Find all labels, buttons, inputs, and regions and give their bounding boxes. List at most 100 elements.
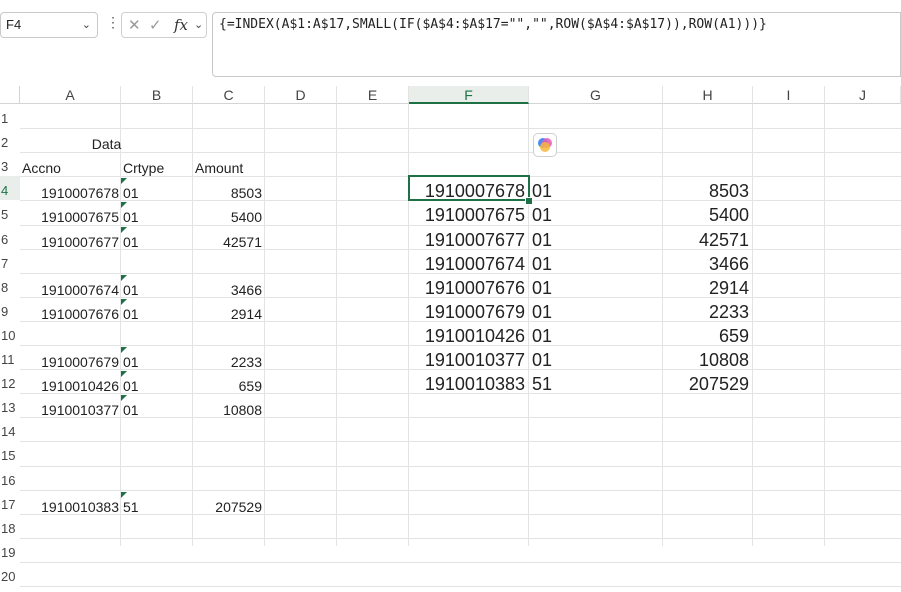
formula-input[interactable]: {=INDEX(A$1:A$17,SMALL(IF($A$4:$A$17="",… [212,12,901,77]
chevron-down-icon[interactable]: ⌄ [194,18,203,31]
more-options-icon[interactable]: ⋮ [106,14,120,31]
crtype-cell[interactable]: 01 [123,234,139,250]
amount-cell[interactable]: 659 [193,378,262,394]
result-amount-cell[interactable]: 8503 [663,181,749,202]
row-header-19[interactable]: 19 [0,538,20,562]
row-header-20[interactable]: 20 [0,562,20,586]
amount-cell[interactable]: 8503 [193,185,262,201]
row-header-16[interactable]: 16 [0,466,20,490]
row-header-15[interactable]: 15 [0,441,20,465]
crtype-cell[interactable]: 01 [123,282,139,298]
result-accno-cell[interactable]: 1910007676 [409,278,525,299]
result-crtype-cell[interactable]: 01 [532,350,552,371]
result-accno-cell[interactable]: 1910010383 [409,374,525,395]
accno-cell[interactable]: 1910007678 [20,185,119,201]
accno-cell[interactable]: 1910007675 [20,209,119,225]
column-gridline [120,104,121,546]
crtype-cell[interactable]: 01 [123,354,139,370]
amount-cell[interactable]: 10808 [193,402,262,418]
crtype-cell[interactable]: 01 [123,185,139,201]
result-crtype-cell[interactable]: 01 [532,254,552,275]
result-accno-cell[interactable]: 1910007674 [409,254,525,275]
crtype-cell[interactable]: 01 [123,209,139,225]
result-accno-cell[interactable]: 1910007679 [409,302,525,323]
result-crtype-cell[interactable]: 01 [532,230,552,251]
column-header-j[interactable]: J [825,86,901,104]
row-header-1[interactable]: 1 [0,104,20,128]
column-header-g[interactable]: G [529,86,663,104]
row-header-13[interactable]: 13 [0,393,20,417]
result-accno-cell[interactable]: 1910010426 [409,326,525,347]
select-all-corner[interactable] [0,86,20,104]
crtype-cell[interactable]: 51 [123,499,139,515]
row-gridline [20,152,901,154]
result-accno-cell[interactable]: 1910007677 [409,230,525,251]
amount-cell[interactable]: 2233 [193,354,262,370]
row-header-12[interactable]: 12 [0,369,20,393]
name-box[interactable]: F4 ⌄ [0,12,98,38]
row-header-14[interactable]: 14 [0,417,20,441]
formula-bar: F4 ⌄ ⋮ ✕ ✓ fx ⌄ {=INDEX(A$1:A$17,SMALL(I… [0,0,901,85]
error-indicator-icon [121,226,127,233]
fill-handle[interactable] [525,197,533,206]
result-crtype-cell[interactable]: 01 [532,278,552,299]
row-header-4[interactable]: 4 [0,176,20,201]
row-header-5[interactable]: 5 [0,200,20,224]
accno-cell[interactable]: 1910010377 [20,402,119,418]
cancel-icon[interactable]: ✕ [128,16,141,34]
crtype-cell[interactable]: 01 [123,402,139,418]
accno-cell[interactable]: 1910010426 [20,378,119,394]
amount-cell[interactable]: 42571 [193,234,262,250]
result-amount-cell[interactable]: 659 [663,326,749,347]
row-header-6[interactable]: 6 [0,225,20,249]
column-header-h[interactable]: H [663,86,753,104]
row-header-18[interactable]: 18 [0,514,20,538]
result-amount-cell[interactable]: 42571 [663,230,749,251]
insert-function-icon[interactable]: fx [174,16,188,34]
row-header-7[interactable]: 7 [0,249,20,273]
result-crtype-cell[interactable]: 51 [532,374,552,395]
result-amount-cell[interactable]: 5400 [663,205,749,226]
copilot-icon[interactable] [533,133,557,157]
result-accno-cell[interactable]: 1910010377 [409,350,525,371]
selected-cell[interactable] [408,175,530,202]
result-amount-cell[interactable]: 3466 [663,254,749,275]
accno-cell[interactable]: 1910007679 [20,354,119,370]
column-header-a[interactable]: A [20,86,121,104]
row-header-10[interactable]: 10 [0,321,20,345]
row-header-3[interactable]: 3 [0,152,20,176]
result-amount-cell[interactable]: 2233 [663,302,749,323]
accno-cell[interactable]: 1910007676 [20,306,119,322]
row-header-9[interactable]: 9 [0,297,20,321]
result-accno-cell[interactable]: 1910007675 [409,205,525,226]
amount-cell[interactable]: 3466 [193,282,262,298]
accno-cell[interactable]: 1910007677 [20,234,119,250]
result-amount-cell[interactable]: 207529 [663,374,749,395]
accno-cell[interactable]: 1910010383 [20,499,119,515]
result-crtype-cell[interactable]: 01 [532,326,552,347]
amount-cell[interactable]: 207529 [193,499,262,515]
column-header-b[interactable]: B [121,86,193,104]
accno-cell[interactable]: 1910007674 [20,282,119,298]
result-crtype-cell[interactable]: 01 [532,302,552,323]
row-header-2[interactable]: 2 [0,128,20,152]
column-header-f[interactable]: F [409,86,529,104]
result-crtype-cell[interactable]: 01 [532,181,552,202]
result-amount-cell[interactable]: 10808 [663,350,749,371]
column-header-i[interactable]: I [753,86,825,104]
crtype-cell[interactable]: 01 [123,378,139,394]
row-header-17[interactable]: 17 [0,490,20,514]
amount-cell[interactable]: 5400 [193,209,262,225]
row-header-11[interactable]: 11 [0,345,20,369]
row-header-8[interactable]: 8 [0,273,20,297]
column-header-e[interactable]: E [337,86,409,104]
crtype-cell[interactable]: 01 [123,306,139,322]
amount-cell[interactable]: 2914 [193,306,262,322]
result-amount-cell[interactable]: 2914 [663,278,749,299]
chevron-down-icon[interactable]: ⌄ [82,13,91,37]
result-crtype-cell[interactable]: 01 [532,205,552,226]
data-title: Data [91,136,122,153]
column-header-d[interactable]: D [265,86,337,104]
enter-icon[interactable]: ✓ [149,16,162,34]
column-header-c[interactable]: C [193,86,265,104]
